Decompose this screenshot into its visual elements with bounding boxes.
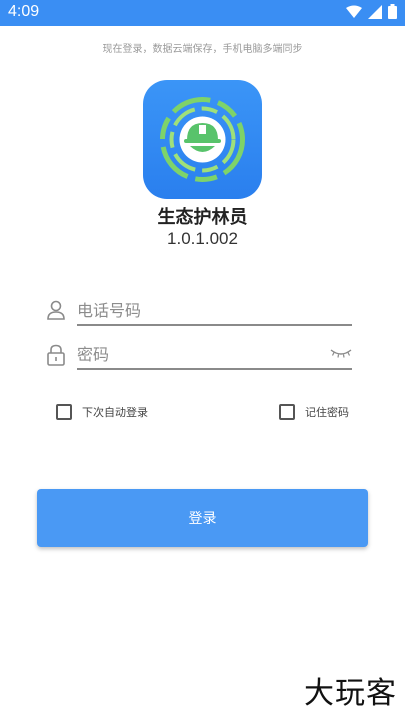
- auto-login-label: 下次自动登录: [82, 406, 148, 419]
- remember-password-checkbox[interactable]: [279, 404, 295, 420]
- app-logo: [143, 80, 262, 199]
- lock-icon: [47, 344, 65, 366]
- auto-login-option[interactable]: 下次自动登录: [56, 404, 148, 420]
- phone-input[interactable]: [77, 296, 352, 326]
- password-field: [44, 340, 354, 370]
- login-button[interactable]: 登录: [37, 489, 368, 547]
- auto-login-checkbox[interactable]: [56, 404, 72, 420]
- sync-tip: 现在登录，数据云端保存，手机电脑多端同步: [102, 44, 303, 55]
- status-icons: [346, 4, 397, 19]
- remember-password-option[interactable]: 记住密码: [279, 404, 349, 420]
- status-bar: 4:09: [0, 0, 405, 26]
- eye-closed-icon[interactable]: [330, 348, 352, 358]
- status-time: 4:09: [8, 3, 40, 20]
- phone-field: [44, 296, 354, 326]
- battery-icon: [388, 4, 397, 19]
- app-name: 生态护林员: [157, 207, 248, 228]
- app-version: 1.0.1.002: [167, 229, 238, 248]
- remember-password-label: 记住密码: [305, 406, 349, 419]
- password-input[interactable]: [77, 340, 352, 370]
- user-icon: [47, 300, 65, 320]
- watermark-logo: 大玩客: [304, 676, 397, 711]
- wifi-icon: [346, 5, 362, 18]
- signal-icon: [368, 4, 382, 19]
- ranger-helmet-icon: [160, 97, 245, 182]
